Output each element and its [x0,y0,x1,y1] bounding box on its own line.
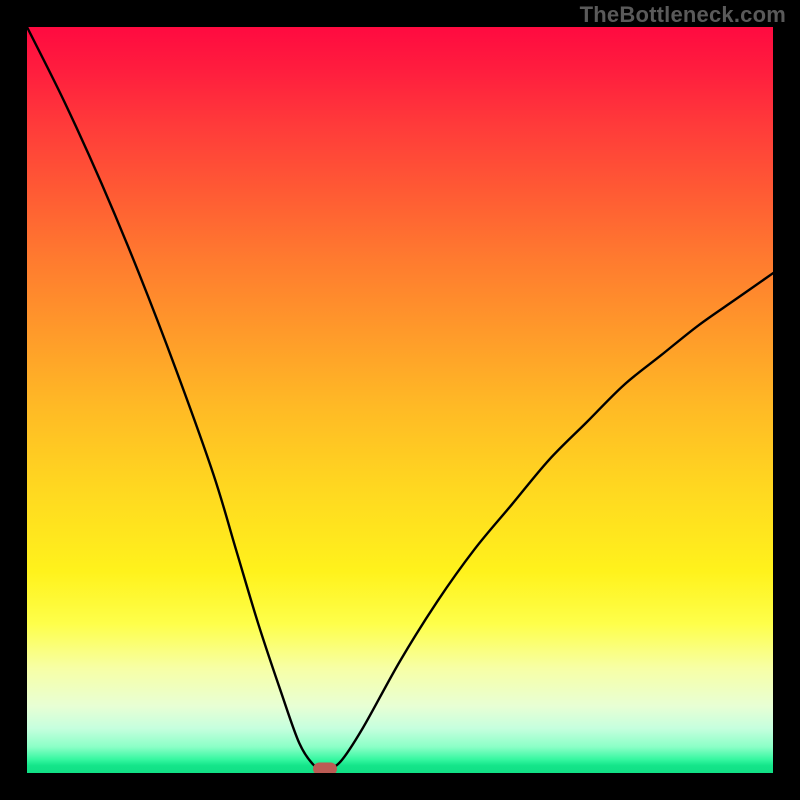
watermark-label: TheBottleneck.com [580,2,786,28]
chart-frame: TheBottleneck.com [0,0,800,800]
curve-layer [27,27,773,773]
bottleneck-curve [27,27,773,770]
optimal-marker [313,763,337,773]
plot-area [27,27,773,773]
